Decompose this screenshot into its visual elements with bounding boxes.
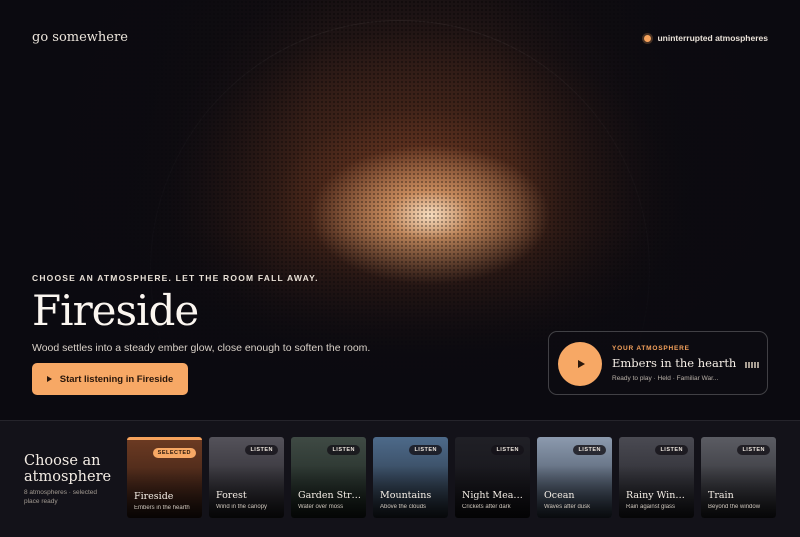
status-text: uninterrupted atmospheres	[657, 33, 768, 43]
card-title: Rainy Window	[626, 490, 690, 501]
card-title: Ocean	[544, 490, 575, 501]
card-subtitle: Beyond the window	[708, 504, 761, 510]
atmosphere-card[interactable]: LISTEN Mountains Above the clouds	[373, 437, 448, 518]
listen-badge: LISTEN	[327, 445, 360, 455]
atmosphere-card[interactable]: LISTEN Ocean Waves after dusk	[537, 437, 612, 518]
selected-badge: SELECTED	[152, 448, 196, 458]
tray-title: Choose an atmosphere	[24, 453, 112, 485]
atmosphere-card[interactable]: LISTEN Garden Streams Water over moss	[291, 437, 366, 518]
card-title: Mountains	[380, 490, 432, 501]
play-icon	[46, 376, 52, 382]
status-indicator: uninterrupted atmospheres	[644, 33, 768, 43]
atmosphere-card[interactable]: LISTEN Forest Wind in the canopy	[209, 437, 284, 518]
hero-subtitle: Wood settles into a steady ember glow, c…	[32, 342, 371, 354]
card-subtitle: Waves after dusk	[544, 504, 591, 510]
player-title: Embers in the hearth	[612, 356, 737, 370]
listen-badge: LISTEN	[409, 445, 442, 455]
start-listening-button[interactable]: Start listening in Fireside	[32, 363, 188, 395]
listen-badge: LISTEN	[737, 445, 770, 455]
play-button[interactable]	[558, 342, 602, 386]
page-title: Fireside	[32, 286, 199, 335]
atmosphere-cards: SELECTED Fireside Embers in the hearth LIST…	[127, 437, 776, 518]
tray-subtitle: 8 atmospheres · selected place ready	[24, 489, 97, 505]
equalizer-icon	[745, 362, 759, 368]
atmosphere-card[interactable]: LISTEN Train Beyond the window	[701, 437, 776, 518]
listen-badge: LISTEN	[491, 445, 524, 455]
listen-badge: LISTEN	[655, 445, 688, 455]
card-title: Fireside	[134, 491, 174, 502]
card-title: Garden Streams	[298, 490, 362, 501]
player-kicker: YOUR ATMOSPHERE	[612, 345, 690, 352]
brand-logo[interactable]: go somewhere	[32, 30, 128, 45]
play-icon	[577, 360, 585, 368]
start-listening-label: Start listening in Fireside	[59, 373, 174, 385]
card-subtitle: Above the clouds	[380, 504, 427, 510]
card-subtitle: Water over moss	[298, 504, 344, 510]
atmosphere-card[interactable]: SELECTED Fireside Embers in the hearth	[127, 437, 202, 518]
now-playing-panel: YOUR ATMOSPHERE Embers in the hearth Rea…	[548, 331, 768, 395]
card-subtitle: Rain against glass	[626, 504, 676, 510]
player-meta: Ready to play · Held · Familiar War...	[612, 375, 719, 382]
card-title: Forest	[216, 490, 247, 501]
card-title: Night Meadow	[462, 490, 526, 501]
card-subtitle: Wind in the canopy	[216, 504, 268, 510]
card-subtitle: Crickets after dark	[462, 504, 511, 510]
card-title: Train	[708, 490, 734, 501]
listen-badge: LISTEN	[245, 445, 278, 455]
atmosphere-tray: Choose an atmosphere 8 atmospheres · sel…	[0, 420, 800, 537]
card-subtitle: Embers in the hearth	[134, 505, 190, 511]
atmosphere-card[interactable]: LISTEN Rainy Window Rain against glass	[619, 437, 694, 518]
hero-kicker: CHOOSE AN ATMOSPHERE. LET THE ROOM FALL …	[32, 273, 319, 283]
status-dot-icon	[644, 34, 652, 42]
listen-badge: LISTEN	[573, 445, 606, 455]
atmosphere-card[interactable]: LISTEN Night Meadow Crickets after dark	[455, 437, 530, 518]
